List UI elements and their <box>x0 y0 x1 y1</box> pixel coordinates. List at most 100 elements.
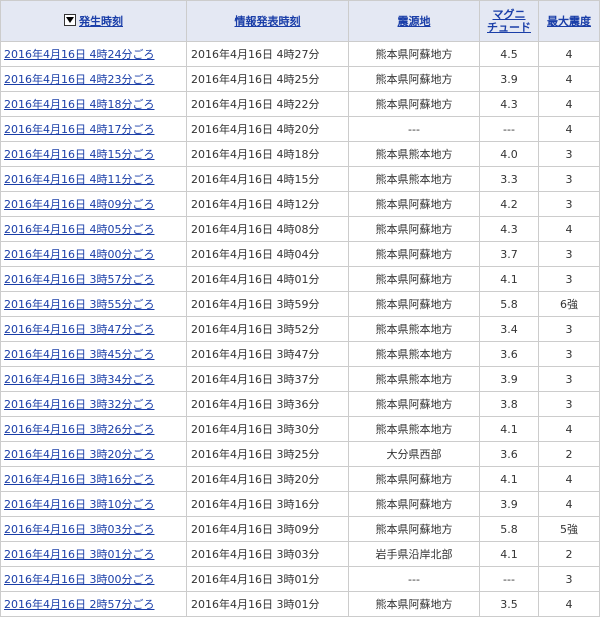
epicenter-cell: 熊本県阿蘇地方 <box>348 291 480 317</box>
header-magnitude[interactable]: マグニ チュード <box>479 0 539 42</box>
occurred-time-cell: 2016年4月16日 4時00分ごろ <box>0 241 187 267</box>
occurred-time-link[interactable]: 2016年4月16日 2時57分ごろ <box>4 598 154 611</box>
table-row: 2016年4月16日 4時17分ごろ 2016年4月16日 4時20分 --- … <box>0 116 600 142</box>
published-time-cell: 2016年4月16日 3時25分 <box>186 441 349 467</box>
epicenter-cell: 熊本県熊本地方 <box>348 341 480 367</box>
sort-by-intensity-link[interactable]: 最大震度 <box>547 15 591 28</box>
published-time-cell: 2016年4月16日 4時15分 <box>186 166 349 192</box>
header-epicenter[interactable]: 震源地 <box>348 0 480 42</box>
sort-by-epicenter-link[interactable]: 震源地 <box>398 15 431 28</box>
table-row: 2016年4月16日 4時24分ごろ 2016年4月16日 4時27分 熊本県阿… <box>0 41 600 67</box>
occurred-time-link[interactable]: 2016年4月16日 3時20分ごろ <box>4 448 154 461</box>
occurred-time-cell: 2016年4月16日 3時47分ごろ <box>0 316 187 342</box>
published-time-cell: 2016年4月16日 4時22分 <box>186 91 349 117</box>
published-time-cell: 2016年4月16日 3時01分 <box>186 566 349 592</box>
occurred-time-link[interactable]: 2016年4月16日 4時09分ごろ <box>4 198 154 211</box>
published-time-cell: 2016年4月16日 3時20分 <box>186 466 349 492</box>
magnitude-cell: --- <box>479 566 539 592</box>
occurred-time-link[interactable]: 2016年4月16日 3時16分ごろ <box>4 473 154 486</box>
table-row: 2016年4月16日 4時23分ごろ 2016年4月16日 4時25分 熊本県阿… <box>0 66 600 92</box>
occurred-time-cell: 2016年4月16日 4時15分ごろ <box>0 141 187 167</box>
table-row: 2016年4月16日 3時26分ごろ 2016年4月16日 3時30分 熊本県熊… <box>0 416 600 442</box>
max-intensity-cell: 5強 <box>538 516 600 542</box>
magnitude-cell: 4.1 <box>479 541 539 567</box>
occurred-time-link[interactable]: 2016年4月16日 3時45分ごろ <box>4 348 154 361</box>
magnitude-cell: 3.3 <box>479 166 539 192</box>
table-row: 2016年4月16日 4時18分ごろ 2016年4月16日 4時22分 熊本県阿… <box>0 91 600 117</box>
occurred-time-cell: 2016年4月16日 3時03分ごろ <box>0 516 187 542</box>
occurred-time-cell: 2016年4月16日 3時01分ごろ <box>0 541 187 567</box>
magnitude-cell: 3.9 <box>479 66 539 92</box>
magnitude-cell: 3.8 <box>479 391 539 417</box>
occurred-time-link[interactable]: 2016年4月16日 3時03分ごろ <box>4 523 154 536</box>
max-intensity-cell: 3 <box>538 316 600 342</box>
table-row: 2016年4月16日 4時00分ごろ 2016年4月16日 4時04分 熊本県阿… <box>0 241 600 267</box>
occurred-time-link[interactable]: 2016年4月16日 3時01分ごろ <box>4 548 154 561</box>
published-time-cell: 2016年4月16日 3時30分 <box>186 416 349 442</box>
magnitude-cell: 3.4 <box>479 316 539 342</box>
occurred-time-link[interactable]: 2016年4月16日 4時00分ごろ <box>4 248 154 261</box>
published-time-cell: 2016年4月16日 3時37分 <box>186 366 349 392</box>
magnitude-cell: 3.9 <box>479 491 539 517</box>
magnitude-cell: 5.8 <box>479 291 539 317</box>
sort-by-magnitude-link[interactable]: マグニ チュード <box>487 8 531 34</box>
occurred-time-link[interactable]: 2016年4月16日 3時00分ごろ <box>4 573 154 586</box>
occurred-time-cell: 2016年4月16日 3時16分ごろ <box>0 466 187 492</box>
occurred-time-link[interactable]: 2016年4月16日 4時11分ごろ <box>4 173 154 186</box>
published-time-cell: 2016年4月16日 3時59分 <box>186 291 349 317</box>
occurred-time-cell: 2016年4月16日 3時00分ごろ <box>0 566 187 592</box>
table-row: 2016年4月16日 3時16分ごろ 2016年4月16日 3時20分 熊本県阿… <box>0 466 600 492</box>
occurred-time-link[interactable]: 2016年4月16日 3時55分ごろ <box>4 298 154 311</box>
sort-descending-icon[interactable] <box>64 14 76 26</box>
published-time-cell: 2016年4月16日 4時01分 <box>186 266 349 292</box>
occurred-time-link[interactable]: 2016年4月16日 3時34分ごろ <box>4 373 154 386</box>
occurred-time-link[interactable]: 2016年4月16日 4時23分ごろ <box>4 73 154 86</box>
occurred-time-link[interactable]: 2016年4月16日 3時26分ごろ <box>4 423 154 436</box>
max-intensity-cell: 3 <box>538 366 600 392</box>
earthquake-table: 発生時刻 情報発表時刻 震源地 マグニ チュード 最大震度 2016年4月16日 … <box>0 0 600 617</box>
table-row: 2016年4月16日 3時03分ごろ 2016年4月16日 3時09分 熊本県阿… <box>0 516 600 542</box>
max-intensity-cell: 4 <box>538 491 600 517</box>
table-row: 2016年4月16日 2時57分ごろ 2016年4月16日 3時01分 熊本県阿… <box>0 591 600 617</box>
epicenter-cell: 熊本県阿蘇地方 <box>348 66 480 92</box>
magnitude-cell: 4.1 <box>479 266 539 292</box>
occurred-time-link[interactable]: 2016年4月16日 4時24分ごろ <box>4 48 154 61</box>
max-intensity-cell: 4 <box>538 591 600 617</box>
published-time-cell: 2016年4月16日 4時18分 <box>186 141 349 167</box>
magnitude-label-line1: マグニ <box>492 8 526 21</box>
magnitude-cell: 5.8 <box>479 516 539 542</box>
occurred-time-link[interactable]: 2016年4月16日 4時15分ごろ <box>4 148 154 161</box>
magnitude-cell: 4.5 <box>479 41 539 67</box>
magnitude-cell: 3.5 <box>479 591 539 617</box>
magnitude-cell: 4.3 <box>479 91 539 117</box>
sort-by-published-link[interactable]: 情報発表時刻 <box>235 15 301 28</box>
max-intensity-cell: 3 <box>538 166 600 192</box>
published-time-cell: 2016年4月16日 4時25分 <box>186 66 349 92</box>
occurred-time-link[interactable]: 2016年4月16日 4時05分ごろ <box>4 223 154 236</box>
occurred-time-cell: 2016年4月16日 3時10分ごろ <box>0 491 187 517</box>
occurred-time-link[interactable]: 2016年4月16日 3時57分ごろ <box>4 273 154 286</box>
published-time-cell: 2016年4月16日 4時12分 <box>186 191 349 217</box>
epicenter-cell: 熊本県阿蘇地方 <box>348 41 480 67</box>
published-time-cell: 2016年4月16日 3時01分 <box>186 591 349 617</box>
header-max-intensity[interactable]: 最大震度 <box>538 0 600 42</box>
occurred-time-cell: 2016年4月16日 3時20分ごろ <box>0 441 187 467</box>
epicenter-cell: 熊本県阿蘇地方 <box>348 216 480 242</box>
occurred-time-link[interactable]: 2016年4月16日 3時10分ごろ <box>4 498 154 511</box>
occurred-time-link[interactable]: 2016年4月16日 4時17分ごろ <box>4 123 154 136</box>
max-intensity-cell: 4 <box>538 216 600 242</box>
sort-by-occurred-link[interactable]: 発生時刻 <box>79 15 123 28</box>
max-intensity-cell: 4 <box>538 91 600 117</box>
occurred-time-cell: 2016年4月16日 3時45分ごろ <box>0 341 187 367</box>
published-time-cell: 2016年4月16日 3時36分 <box>186 391 349 417</box>
occurred-time-link[interactable]: 2016年4月16日 3時32分ごろ <box>4 398 154 411</box>
header-published-time[interactable]: 情報発表時刻 <box>186 0 349 42</box>
published-time-cell: 2016年4月16日 4時20分 <box>186 116 349 142</box>
epicenter-cell: 熊本県熊本地方 <box>348 141 480 167</box>
occurred-time-link[interactable]: 2016年4月16日 4時18分ごろ <box>4 98 154 111</box>
published-time-cell: 2016年4月16日 4時27分 <box>186 41 349 67</box>
occurred-time-cell: 2016年4月16日 3時34分ごろ <box>0 366 187 392</box>
epicenter-cell: 大分県西部 <box>348 441 480 467</box>
header-occurred-time[interactable]: 発生時刻 <box>0 0 187 42</box>
occurred-time-link[interactable]: 2016年4月16日 3時47分ごろ <box>4 323 154 336</box>
